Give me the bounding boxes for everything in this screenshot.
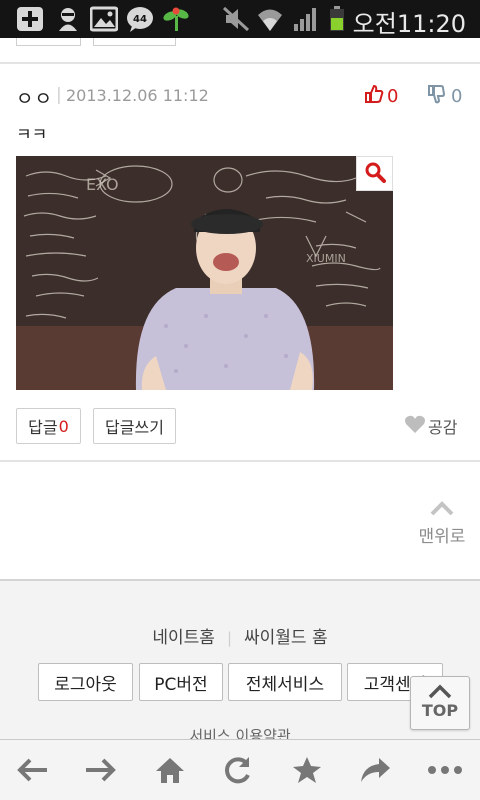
top-button-label: TOP xyxy=(421,701,459,720)
share-icon[interactable] xyxy=(357,752,393,788)
svg-text:XIUMIN: XIUMIN xyxy=(306,252,346,265)
comment-author: ㅇㅇ xyxy=(16,88,53,110)
comment-photo[interactable]: EXO XIUMIN xyxy=(16,156,393,390)
character-icon xyxy=(54,6,82,32)
chevron-up-icon xyxy=(410,498,474,522)
empathy-button[interactable]: 공감 xyxy=(404,414,457,438)
clock: 오전11:20 xyxy=(352,10,466,38)
magnifier-icon xyxy=(364,161,386,187)
reply-label: 답글 xyxy=(28,418,58,437)
comment-divider xyxy=(0,62,480,64)
svg-text:EXO: EXO xyxy=(86,175,119,194)
write-reply-label: 답글쓰기 xyxy=(105,418,164,437)
messenger-icon: 44 xyxy=(126,6,154,32)
comment-text: ㅋㅋ xyxy=(16,125,48,145)
reply-count: 0 xyxy=(58,416,69,436)
image-icon xyxy=(89,6,119,32)
dislike-button[interactable]: 0 xyxy=(428,84,462,109)
all-services-button[interactable]: 전체서비스 xyxy=(228,663,342,701)
scroll-top-label: 맨위로 xyxy=(418,527,466,547)
add-icon xyxy=(16,6,44,32)
wifi-icon xyxy=(256,6,284,32)
mute-icon xyxy=(222,6,250,32)
refresh-icon[interactable] xyxy=(220,752,256,788)
nate-home-link[interactable]: 네이트홈 xyxy=(152,628,215,648)
like-count: 0 xyxy=(387,86,399,107)
more-icon[interactable] xyxy=(427,752,463,788)
plant-icon xyxy=(162,6,190,32)
floating-top-button[interactable]: TOP xyxy=(410,676,470,730)
section-divider xyxy=(0,460,480,462)
like-button[interactable]: 0 xyxy=(364,84,398,109)
scroll-top-link[interactable]: 맨위로 xyxy=(410,498,474,547)
reply-button[interactable]: 답글 0 xyxy=(16,408,81,444)
signal-icon xyxy=(292,6,320,32)
footer-links: 네이트홈 | 싸이월드 홈 xyxy=(0,623,480,648)
browser-toolbar xyxy=(0,739,480,800)
logout-button[interactable]: 로그아웃 xyxy=(38,663,133,701)
thumbs-down-icon xyxy=(428,84,446,109)
arrow-up-icon xyxy=(411,677,469,701)
prev-reply-button[interactable] xyxy=(16,38,81,46)
write-reply-button[interactable]: 답글쓰기 xyxy=(93,408,176,444)
forward-icon[interactable] xyxy=(82,752,118,788)
back-icon[interactable] xyxy=(15,752,51,788)
thumbs-up-icon xyxy=(364,84,384,109)
terms-link[interactable]: 서비스 이용약관 xyxy=(0,725,480,739)
comment-meta-separator: | xyxy=(56,85,62,105)
zoom-button[interactable] xyxy=(356,156,393,191)
status-bar: 44 오전11:20 xyxy=(0,0,480,38)
dislike-count: 0 xyxy=(451,86,463,107)
home-icon[interactable] xyxy=(152,752,188,788)
heart-icon xyxy=(404,414,426,438)
footer: 네이트홈 | 싸이월드 홈 로그아웃 PC버전 전체서비스 고객센터 서비스 이용약… xyxy=(0,579,480,739)
cyworld-home-link[interactable]: 싸이월드 홈 xyxy=(244,628,328,648)
comment-date: 2013.12.06 11:12 xyxy=(66,86,209,105)
bookmark-star-icon[interactable] xyxy=(289,752,325,788)
svg-text:44: 44 xyxy=(133,14,147,25)
battery-icon xyxy=(328,6,346,32)
empathy-label: 공감 xyxy=(428,418,458,437)
pc-version-button[interactable]: PC버전 xyxy=(139,663,223,701)
prev-write-reply-button[interactable] xyxy=(93,38,176,46)
footer-link-separator: | xyxy=(226,629,232,647)
